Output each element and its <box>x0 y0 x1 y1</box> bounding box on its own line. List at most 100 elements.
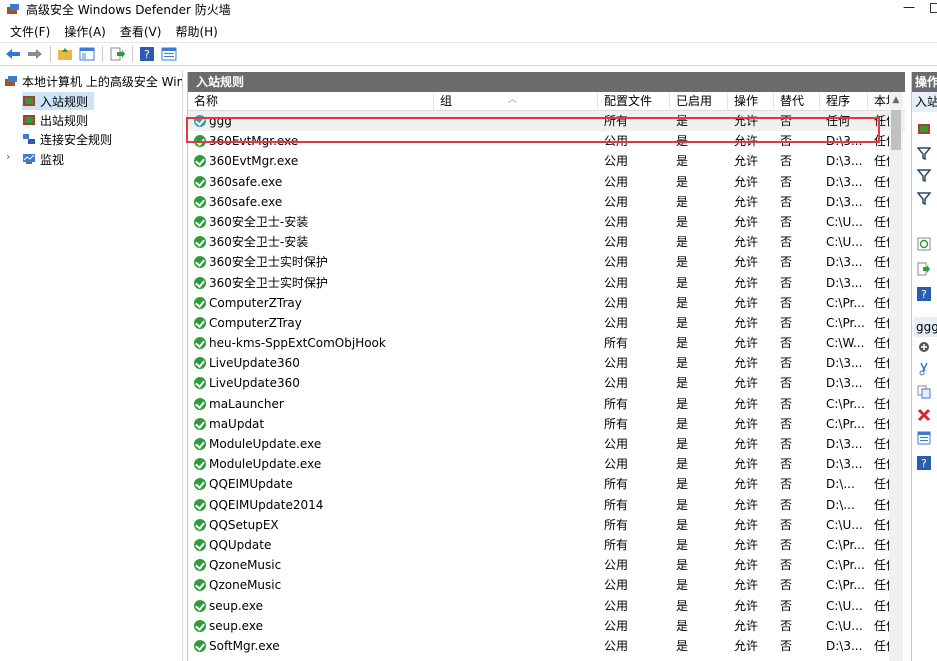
properties-icon[interactable] <box>917 431 931 445</box>
actions-header: 操作 <box>912 72 937 92</box>
column-header-action[interactable]: 操作 <box>728 92 774 111</box>
tree-item-inbound-rules[interactable]: 入站规则 <box>22 92 94 110</box>
tree-item-connection-security-rules[interactable]: 连接安全规则 <box>22 130 112 148</box>
menu-help[interactable]: 帮助(H) <box>175 23 217 40</box>
cut-icon[interactable] <box>917 362 931 376</box>
copy-icon[interactable] <box>917 385 931 399</box>
folder-up-icon[interactable] <box>56 45 74 63</box>
toolbar-separator <box>102 46 103 62</box>
table-row[interactable]: QQSetupEX 所有 是 允许 否 C:\U... 任何 <box>188 515 905 535</box>
tree-item-root[interactable]: 本地计算机 上的高级安全 Windows Defender <box>4 72 182 90</box>
cell-action: 允许 <box>734 356 759 371</box>
delete-icon[interactable] <box>917 408 931 422</box>
table-row[interactable]: 360EvtMgr.exe 公用 是 允许 否 D:\3... 任何 <box>188 151 905 171</box>
column-header-program[interactable]: 程序 <box>820 92 868 111</box>
cell-profile: 所有 <box>604 416 629 431</box>
back-arrow-icon[interactable] <box>4 45 22 63</box>
table-row[interactable]: maUpdat 所有 是 允许 否 C:\Pr... 任何 <box>188 414 905 434</box>
cell-profile: 所有 <box>604 114 629 128</box>
allow-rule-icon <box>194 296 206 309</box>
filter-group-icon[interactable] <box>917 191 931 205</box>
table-row[interactable]: QzoneMusic 公用 是 允许 否 C:\Pr... 任何 <box>188 575 905 595</box>
table-row[interactable]: ModuleUpdate.exe 公用 是 允许 否 D:\3... 任何 <box>188 434 905 454</box>
table-row[interactable]: 360EvtMgr.exe 公用 是 允许 否 D:\3... 任何 <box>188 131 905 151</box>
table-row[interactable]: 360安全卫士实时保护 公用 是 允许 否 D:\3... 任何 <box>188 273 905 293</box>
table-row[interactable]: ComputerZTray 公用 是 允许 否 C:\Pr... 任何 <box>188 293 905 313</box>
table-row[interactable]: 360safe.exe 公用 是 允许 否 D:\3... 任何 <box>188 172 905 192</box>
refresh-icon[interactable] <box>917 237 931 251</box>
toolbar-separator <box>132 46 133 62</box>
cell-name: 360安全卫士-安装 <box>188 232 434 252</box>
cell-action: 允许 <box>734 537 759 552</box>
cell-enabled: 是 <box>676 497 689 512</box>
actions-section-selected-rule[interactable]: ggg <box>914 317 937 337</box>
cell-override: 否 <box>780 477 793 492</box>
table-row[interactable]: ComputerZTray 公用 是 允许 否 C:\Pr... 任何 <box>188 313 905 333</box>
rule-name-label: ggg <box>209 114 232 128</box>
properties-icon[interactable] <box>160 45 178 63</box>
cell-enabled: 是 <box>676 578 689 593</box>
column-header-profile[interactable]: 配置文件 <box>598 92 670 111</box>
rule-name-label: seup.exe <box>209 618 263 633</box>
table-row[interactable]: QzoneMusic 公用 是 允许 否 C:\Pr... 任何 <box>188 555 905 575</box>
menu-view[interactable]: 查看(V) <box>120 23 162 40</box>
table-row[interactable]: ggg 所有 是 允许 否 任何 任何 <box>188 111 905 132</box>
actions-section-inbound[interactable]: 入站规则 <box>912 92 937 112</box>
tree-item-monitoring[interactable]: 监视 <box>22 150 64 168</box>
vertical-scrollbar[interactable]: ▲ <box>889 92 903 661</box>
help-icon[interactable]: ? <box>917 456 931 470</box>
table-row[interactable]: LiveUpdate360 公用 是 允许 否 D:\3... 任何 <box>188 353 905 373</box>
menu-file[interactable]: 文件(F) <box>10 23 50 40</box>
tree-item-outbound-rules[interactable]: 出站规则 <box>22 111 88 129</box>
table-row[interactable]: QQEIMUpdate 所有 是 允许 否 D:\... 任何 <box>188 474 905 494</box>
disable-rule-icon[interactable] <box>917 340 931 354</box>
table-row[interactable]: ModuleUpdate.exe 公用 是 允许 否 D:\3... 任何 <box>188 454 905 474</box>
export-list-icon[interactable] <box>917 262 931 276</box>
cell-enabled: 是 <box>676 295 689 310</box>
cell-local-address: 任何 <box>874 315 890 330</box>
column-header-override[interactable]: 替代 <box>774 92 820 111</box>
column-header-group[interactable]: 组 <box>434 92 598 111</box>
cell-local-address: 任何 <box>874 497 890 512</box>
cell-name: ModuleUpdate.exe <box>188 434 434 454</box>
allow-rule-icon <box>194 337 206 350</box>
help-icon[interactable]: ? <box>138 45 156 63</box>
filter-profile-icon[interactable] <box>917 146 931 160</box>
cell-action: 允许 <box>734 558 759 573</box>
table-row[interactable]: 360safe.exe 公用 是 允许 否 D:\3... 任何 <box>188 192 905 212</box>
column-header-name[interactable]: 名称 <box>188 92 434 111</box>
table-row[interactable]: 360安全卫士-安装 公用 是 允许 否 C:\U... 任何 <box>188 212 905 232</box>
export-icon[interactable] <box>108 45 126 63</box>
chevron-right-icon[interactable]: › <box>6 150 10 163</box>
filter-state-icon[interactable] <box>917 168 931 182</box>
cell-name: 360安全卫士实时保护 <box>188 252 434 272</box>
menu-action[interactable]: 操作(A) <box>64 23 106 40</box>
help-icon[interactable]: ? <box>917 287 931 301</box>
cell-group <box>434 111 598 131</box>
cell-group <box>434 232 598 252</box>
table-row[interactable]: 360安全卫士实时保护 公用 是 允许 否 D:\3... 任何 <box>188 252 905 272</box>
table-row[interactable]: seup.exe 公用 是 允许 否 C:\U... 任何 <box>188 596 905 616</box>
table-row[interactable]: QQEIMUpdate2014 所有 是 允许 否 D:\... 任何 <box>188 495 905 515</box>
table-row[interactable]: 360安全卫士-安装 公用 是 允许 否 C:\U... 任何 <box>188 232 905 252</box>
show-hide-tree-icon[interactable] <box>78 45 96 63</box>
allow-rule-icon <box>194 438 206 450</box>
column-header-local-address[interactable]: 本地地址 <box>868 92 890 111</box>
column-header-enabled[interactable]: 已启用 <box>670 92 728 111</box>
scrollbar-thumb[interactable] <box>891 110 901 150</box>
scroll-up-arrow-icon[interactable]: ▲ <box>889 92 903 108</box>
cell-name: ggg <box>188 111 434 131</box>
table-row[interactable]: heu-kms-SppExtComObjHook 所有 是 允许 否 C:\W... 任何 <box>188 333 905 353</box>
table-row[interactable]: SoftMgr.exe 公用 是 允许 否 D:\3... 任何 <box>188 636 905 656</box>
minimize-button[interactable]: — <box>902 0 916 18</box>
cell-name: heu-kms-SppExtComObjHook <box>188 333 434 353</box>
cell-program: D:\... <box>826 477 855 492</box>
table-row[interactable]: QQUpdate 所有 是 允许 否 C:\Pr... 任何 <box>188 535 905 555</box>
table-row[interactable]: LiveUpdate360 公用 是 允许 否 D:\3... 任何 <box>188 373 905 393</box>
table-row[interactable]: maLauncher 所有 是 允许 否 C:\Pr... 任何 <box>188 394 905 414</box>
new-rule-icon[interactable] <box>917 122 931 136</box>
cell-group <box>434 313 598 333</box>
maximize-button[interactable] <box>930 3 937 13</box>
forward-arrow-icon[interactable] <box>26 45 44 63</box>
table-row[interactable]: seup.exe 公用 是 允许 否 C:\U... 任何 <box>188 616 905 636</box>
